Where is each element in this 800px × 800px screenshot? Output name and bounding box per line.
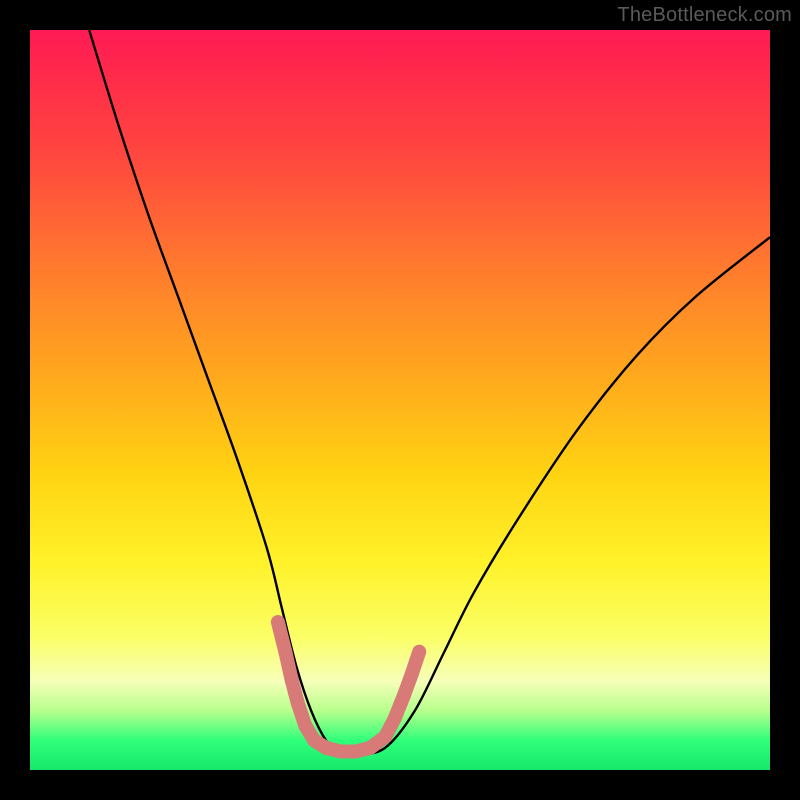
marker-dot — [291, 680, 293, 682]
plot-area — [30, 30, 770, 770]
watermark-label: TheBottleneck.com — [617, 4, 792, 27]
marker-dot — [369, 747, 371, 749]
marker-dot — [384, 736, 386, 738]
marker-dot — [297, 702, 299, 704]
marker-dot — [304, 725, 306, 727]
marker-dot — [394, 717, 396, 719]
marker-dot — [313, 739, 315, 741]
marker-dot — [277, 621, 279, 623]
marker-dot — [355, 751, 357, 753]
marker-dot — [284, 651, 286, 653]
marker-dot — [418, 651, 420, 653]
chart-svg — [30, 30, 770, 770]
chart-frame: TheBottleneck.com — [0, 0, 800, 800]
marker-dot — [340, 751, 342, 753]
bottleneck-curve — [89, 30, 770, 757]
marker-segment — [412, 652, 419, 674]
marker-dot — [411, 673, 413, 675]
marker-dot — [403, 695, 405, 697]
marker-dot — [325, 747, 327, 749]
